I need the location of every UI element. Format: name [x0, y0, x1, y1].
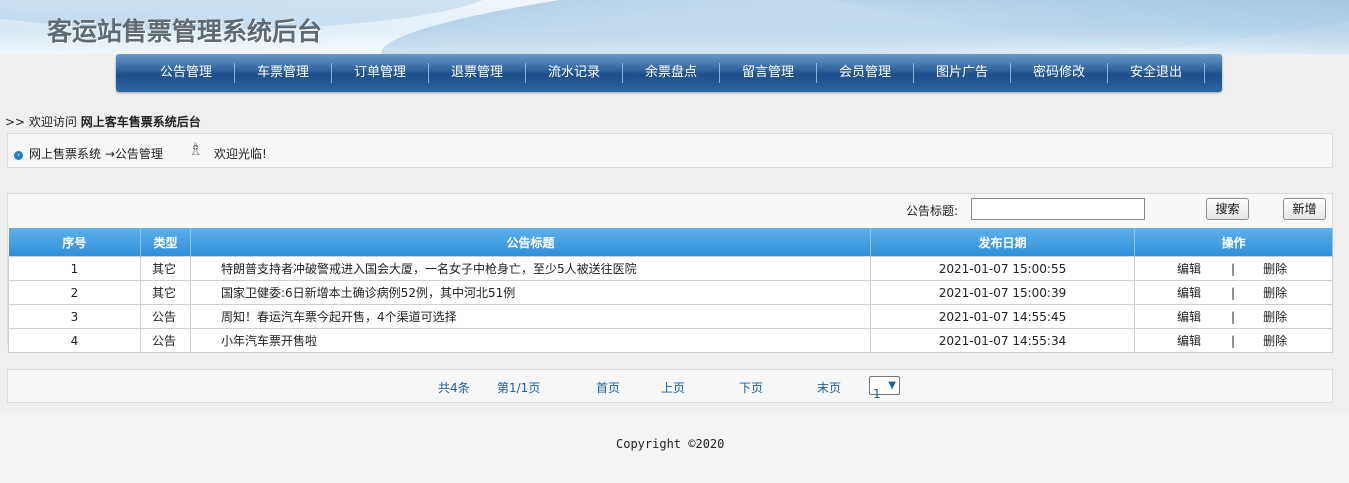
circle-arrow-icon: › [14, 151, 23, 160]
column-header-title: 公告标题 [190, 228, 871, 257]
row-actions: 编辑 | 删除 [1134, 256, 1333, 281]
prev-page-link[interactable]: 上页 [661, 379, 685, 396]
edit-link[interactable]: 编辑 [1177, 332, 1201, 349]
delete-link[interactable]: 删除 [1263, 308, 1287, 325]
app-title: 客运站售票管理系统后台 [47, 17, 323, 46]
delete-link[interactable]: 删除 [1263, 284, 1287, 301]
table-header-row: 序号 类型 公告标题 发布日期 操作 [8, 228, 1333, 257]
edit-link[interactable]: 编辑 [1177, 260, 1201, 277]
row-title: 周知！春运汽车票今起开售，4个渠道可选择 [190, 304, 871, 329]
row-actions: 编辑 | 删除 [1134, 304, 1333, 329]
page-select-value: 1 [873, 387, 881, 401]
search-label: 公告标题: [906, 204, 959, 218]
row-number: 4 [8, 328, 141, 353]
next-page-link[interactable]: 下页 [739, 379, 763, 396]
row-actions: 编辑 | 删除 [1134, 280, 1333, 305]
nav-item-transactions[interactable]: 流水记录 [526, 54, 622, 92]
column-header-type: 类型 [140, 228, 191, 257]
last-page-link[interactable]: 末页 [817, 379, 841, 396]
delete-link[interactable]: 删除 [1263, 260, 1287, 277]
breadcrumb-path: 网上售票系统 →公告管理 [29, 147, 163, 161]
row-number: 2 [8, 280, 141, 305]
nav-divider [1204, 63, 1205, 83]
table-row: 3 公告 周知！春运汽车票今起开售，4个渠道可选择 2021-01-07 14:… [8, 304, 1333, 329]
nav-item-logout[interactable]: 安全退出 [1108, 54, 1204, 92]
search-button[interactable]: 搜索 [1206, 198, 1249, 220]
column-header-actions: 操作 [1134, 228, 1333, 257]
action-separator: | [1231, 334, 1236, 348]
page-select[interactable]: 1 ▼ [869, 376, 900, 401]
breadcrumb: › 网上售票系统 →公告管理 ♗ 欢迎光临! [7, 133, 1333, 168]
row-number: 3 [8, 304, 141, 329]
column-header-date: 发布日期 [870, 228, 1135, 257]
nav-item-messages[interactable]: 留言管理 [720, 54, 816, 92]
edit-link[interactable]: 编辑 [1177, 284, 1201, 301]
pager-current: 第1/1页 [497, 381, 541, 395]
nav-item-image-ads[interactable]: 图片广告 [914, 54, 1010, 92]
row-number: 1 [8, 256, 141, 281]
first-page-link[interactable]: 首页 [596, 379, 620, 396]
person-icon: ♗ [188, 140, 204, 160]
row-type: 公告 [140, 304, 191, 329]
edit-link[interactable]: 编辑 [1177, 308, 1201, 325]
action-separator: | [1231, 310, 1236, 324]
delete-link[interactable]: 删除 [1263, 332, 1287, 349]
action-separator: | [1231, 262, 1236, 276]
chevron-down-icon: ▼ [888, 380, 896, 391]
search-input[interactable] [971, 198, 1145, 220]
row-type: 其它 [140, 280, 191, 305]
add-button[interactable]: 新增 [1283, 198, 1326, 220]
nav-item-change-password[interactable]: 密码修改 [1011, 54, 1107, 92]
announcement-panel: 公告标题: 搜索 新增 序号 类型 公告标题 发布日期 操作 1 其它 特朗普支… [7, 193, 1333, 353]
row-date: 2021-01-07 15:00:39 [870, 280, 1135, 305]
pager-total: 共4条 [438, 381, 470, 395]
row-date: 2021-01-07 14:55:45 [870, 304, 1135, 329]
table-row: 1 其它 特朗普支持者冲破警戒进入国会大厦，一名女子中枪身亡，至少5人被送往医院… [8, 256, 1333, 281]
nav-item-announcements[interactable]: 公告管理 [138, 54, 234, 92]
welcome-prefix: >> 欢迎访问 [5, 115, 77, 129]
nav-item-tickets[interactable]: 车票管理 [235, 54, 331, 92]
row-type: 其它 [140, 256, 191, 281]
row-actions: 编辑 | 删除 [1134, 328, 1333, 353]
row-title: 国家卫健委:6日新增本土确诊病例52例，其中河北51例 [190, 280, 871, 305]
copyright-text: Copyright ©2020 [616, 437, 725, 451]
welcome-site-name: 网上客车售票系统后台 [80, 115, 201, 129]
nav-item-orders[interactable]: 订单管理 [332, 54, 428, 92]
nav-item-refunds[interactable]: 退票管理 [429, 54, 525, 92]
announcement-table: 序号 类型 公告标题 发布日期 操作 1 其它 特朗普支持者冲破警戒进入国会大厦… [8, 228, 1333, 353]
row-date: 2021-01-07 14:55:34 [870, 328, 1135, 353]
welcome-line: >> 欢迎访问 网上客车售票系统后台 [5, 113, 201, 130]
breadcrumb-greeting: 欢迎光临! [214, 147, 267, 161]
table-row: 2 其它 国家卫健委:6日新增本土确诊病例52例，其中河北51例 2021-01… [8, 280, 1333, 305]
action-separator: | [1231, 286, 1236, 300]
main-nav: 公告管理 车票管理 订单管理 退票管理 流水记录 余票盘点 留言管理 会员管理 … [116, 54, 1222, 92]
header-banner: 客运站售票管理系统后台 [0, 0, 1349, 54]
row-title: 小年汽车票开售啦 [190, 328, 871, 353]
nav-item-inventory[interactable]: 余票盘点 [623, 54, 719, 92]
pagination: 共4条 第1/1页 首页 上页 下页 末页 1 ▼ [7, 369, 1333, 403]
row-date: 2021-01-07 15:00:55 [870, 256, 1135, 281]
table-row: 4 公告 小年汽车票开售啦 2021-01-07 14:55:34 编辑 | 删除 [8, 328, 1333, 353]
column-header-number: 序号 [8, 228, 141, 257]
row-title: 特朗普支持者冲破警戒进入国会大厦，一名女子中枪身亡，至少5人被送往医院 [190, 256, 871, 281]
row-type: 公告 [140, 328, 191, 353]
nav-item-members[interactable]: 会员管理 [817, 54, 913, 92]
